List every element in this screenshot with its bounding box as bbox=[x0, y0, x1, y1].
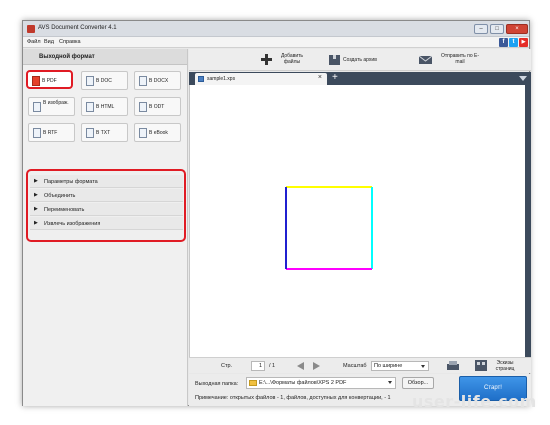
format-label: В DOCX bbox=[149, 78, 169, 84]
format-label: В HTML bbox=[96, 104, 115, 110]
menu-help[interactable]: Справка bbox=[59, 39, 81, 45]
output-folder-label: Выходная папка: bbox=[195, 381, 239, 387]
format-txt-button[interactable]: В TXT bbox=[81, 123, 128, 142]
close-button[interactable]: × bbox=[506, 24, 528, 34]
format-label: В изображ. bbox=[43, 100, 69, 106]
param-rename[interactable]: ▶ Переименовать bbox=[30, 203, 183, 216]
title-bar: AVS Document Converter 4.1 – □ × bbox=[23, 21, 529, 37]
params-panel: ▶ Параметры формата ▶ Объединить ▶ Переи… bbox=[26, 169, 186, 242]
format-rtf-button[interactable]: В RTF bbox=[28, 123, 75, 142]
pdf-icon bbox=[32, 76, 40, 86]
format-odt-button[interactable]: В ODT bbox=[134, 97, 181, 116]
page-number-input[interactable]: 1 bbox=[251, 361, 265, 371]
document-preview bbox=[189, 85, 531, 357]
sidebar-header: Выходной формат bbox=[23, 49, 187, 65]
app-window: AVS Document Converter 4.1 – □ × Файл Ви… bbox=[22, 20, 531, 406]
tab-sample1[interactable]: sample1.xps × bbox=[195, 73, 327, 85]
docx-icon bbox=[139, 76, 147, 86]
format-label: В ODT bbox=[149, 104, 165, 110]
rtf-icon bbox=[33, 128, 41, 138]
param-format-options[interactable]: ▶ Параметры формата bbox=[30, 175, 183, 188]
format-label: В DOC bbox=[96, 78, 112, 84]
expand-arrow-icon: ▶ bbox=[34, 206, 38, 212]
printer-icon[interactable] bbox=[447, 361, 459, 371]
zoom-select[interactable]: По ширине bbox=[371, 361, 429, 371]
expand-arrow-icon: ▶ bbox=[34, 178, 38, 184]
thumbnails-icon[interactable] bbox=[475, 360, 487, 371]
add-files-label: Добавить файлы bbox=[280, 53, 304, 65]
expand-arrow-icon: ▶ bbox=[34, 220, 38, 226]
menu-view[interactable]: Вид bbox=[44, 39, 54, 45]
minimize-button[interactable]: – bbox=[474, 24, 488, 34]
param-label: Извлечь изображения bbox=[44, 221, 101, 227]
create-archive-button[interactable]: Создать архив bbox=[327, 49, 393, 71]
watermark: user-life.com bbox=[412, 392, 537, 411]
expand-arrow-icon: ▶ bbox=[34, 192, 38, 198]
txt-icon bbox=[86, 128, 94, 138]
page-total: / 1 bbox=[269, 363, 276, 369]
close-tab-icon[interactable]: × bbox=[318, 74, 322, 81]
plus-icon bbox=[261, 54, 272, 65]
doc-icon bbox=[86, 76, 94, 86]
sidebar-title: Выходной формат bbox=[39, 54, 95, 60]
email-icon bbox=[419, 55, 432, 64]
add-tab-icon[interactable]: + bbox=[332, 72, 338, 84]
folder-icon bbox=[249, 380, 257, 386]
zoom-value: По ширине bbox=[374, 363, 403, 369]
archive-icon bbox=[329, 55, 340, 65]
menu-file[interactable]: Файл bbox=[27, 39, 41, 45]
prev-page-icon[interactable] bbox=[297, 362, 304, 370]
create-archive-label: Создать архив bbox=[343, 57, 377, 63]
format-label: В TXT bbox=[96, 130, 111, 136]
param-label: Параметры формата bbox=[44, 179, 98, 185]
param-label: Объединить bbox=[44, 193, 76, 199]
preview-page bbox=[285, 186, 373, 270]
youtube-icon[interactable]: ▶ bbox=[519, 38, 528, 47]
maximize-button[interactable]: □ bbox=[490, 24, 504, 34]
app-logo-icon bbox=[27, 25, 35, 33]
format-label: В RTF bbox=[43, 130, 58, 136]
image-icon bbox=[33, 102, 41, 112]
output-path-select[interactable]: E:\...\Форматы файлов\XPS 2 PDF bbox=[246, 377, 396, 389]
param-label: Переименовать bbox=[44, 207, 85, 213]
send-email-button[interactable]: Отправить по E-mail bbox=[417, 49, 489, 71]
format-html-button[interactable]: В HTML bbox=[81, 97, 128, 116]
next-page-icon[interactable] bbox=[313, 362, 320, 370]
odt-icon bbox=[139, 102, 147, 112]
vertical-scrollbar[interactable] bbox=[525, 85, 531, 357]
tab-menu-icon[interactable] bbox=[519, 76, 527, 81]
add-files-button[interactable]: Добавить файлы bbox=[261, 49, 321, 71]
format-image-button[interactable]: В изображ. bbox=[28, 97, 75, 116]
tab-label: sample1.xps bbox=[207, 76, 236, 82]
output-path-value: E:\...\Форматы файлов\XPS 2 PDF bbox=[259, 380, 347, 386]
facebook-icon[interactable]: f bbox=[499, 38, 508, 47]
status-note: Примечание: открытых файлов - 1, файлов,… bbox=[195, 395, 391, 401]
document-tab-bar: sample1.xps × + bbox=[189, 72, 531, 85]
thumbnails-label: Эскизы страниц bbox=[495, 360, 515, 372]
format-pdf-button[interactable]: В PDF bbox=[26, 70, 73, 89]
twitter-icon[interactable]: t bbox=[509, 38, 518, 47]
ebook-icon bbox=[139, 128, 147, 138]
format-sidebar: Выходной формат В PDF В DOC В DOCX В изо… bbox=[23, 49, 188, 406]
param-extract-images[interactable]: ▶ Извлечь изображения bbox=[30, 217, 183, 230]
send-email-label: Отправить по E-mail bbox=[440, 53, 480, 65]
html-icon bbox=[86, 102, 94, 112]
zoom-label: Масштаб bbox=[343, 363, 367, 369]
xps-file-icon bbox=[198, 76, 204, 82]
format-label: В eBook bbox=[149, 130, 168, 136]
main-toolbar: Добавить файлы Создать архив Отправить п… bbox=[189, 49, 531, 71]
browse-button[interactable]: Обзор... bbox=[402, 377, 434, 389]
format-docx-button[interactable]: В DOCX bbox=[134, 71, 181, 90]
menu-bar: Файл Вид Справка bbox=[23, 37, 529, 48]
page-label: Стр. bbox=[221, 363, 233, 369]
window-title: AVS Document Converter 4.1 bbox=[38, 25, 117, 31]
chevron-down-icon bbox=[388, 381, 392, 384]
page-nav-bar: Стр. 1 / 1 Масштаб По ширине Эскизы стра… bbox=[189, 357, 531, 373]
format-label: В PDF bbox=[42, 78, 57, 84]
format-ebook-button[interactable]: В eBook bbox=[134, 123, 181, 142]
param-merge[interactable]: ▶ Объединить bbox=[30, 189, 183, 202]
chevron-down-icon bbox=[421, 365, 425, 368]
format-doc-button[interactable]: В DOC bbox=[81, 71, 128, 90]
